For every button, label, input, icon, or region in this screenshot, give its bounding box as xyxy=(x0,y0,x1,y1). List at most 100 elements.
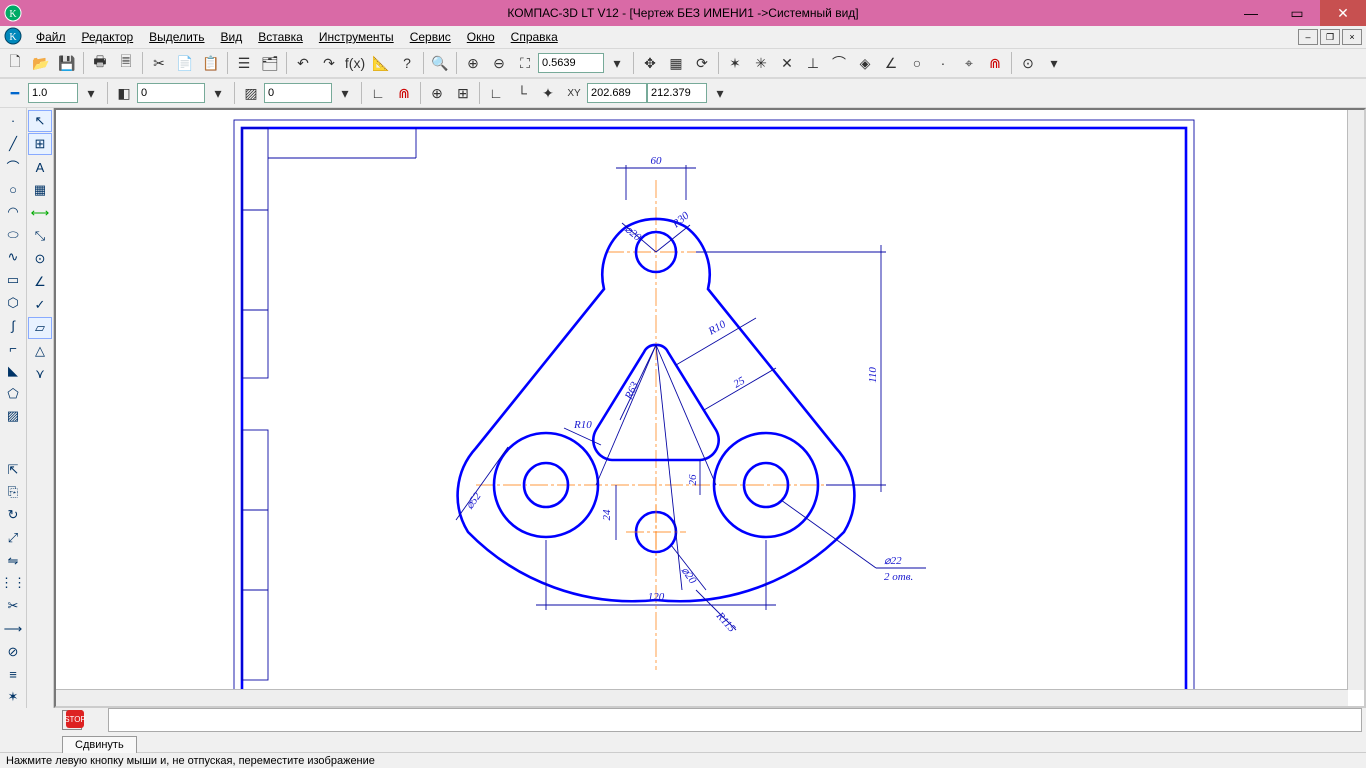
hatch-tool-icon[interactable]: ▨ xyxy=(1,406,25,428)
offset-tool-icon[interactable]: ≡ xyxy=(1,664,25,686)
snap-cross-button[interactable]: ✕ xyxy=(774,50,800,76)
lw-dropdown-icon[interactable]: ▾ xyxy=(78,80,104,106)
drawing-canvas[interactable]: 60 R30 ⌀20 110 R10 25 R63 R10 xyxy=(54,108,1366,708)
snap-dropdown-icon[interactable]: ▾ xyxy=(1041,50,1067,76)
vertical-scrollbar[interactable] xyxy=(1347,110,1364,690)
angle-mode-button[interactable]: ∟ xyxy=(483,80,509,106)
dim-angle-icon[interactable]: ∠ xyxy=(28,271,52,293)
layer-b-dropdown-icon[interactable]: ▾ xyxy=(332,80,358,106)
snap-point-button[interactable]: · xyxy=(930,50,956,76)
roughness-icon[interactable]: ✓ xyxy=(28,294,52,316)
menu-insert[interactable]: Вставка xyxy=(250,27,311,47)
table-tool-icon[interactable]: ▦ xyxy=(28,179,52,201)
line-tool-icon[interactable]: ╱ xyxy=(1,133,25,155)
layer-b-input[interactable] xyxy=(264,83,332,103)
magnet-button[interactable]: ⋒ xyxy=(391,80,417,106)
zoom-in-button[interactable]: ⊕ xyxy=(460,50,486,76)
mdi-close-button[interactable]: × xyxy=(1342,29,1362,45)
cursor-tool-icon[interactable]: ↖ xyxy=(28,110,52,132)
preview-button[interactable]: 🗏 xyxy=(113,50,139,76)
grid-button[interactable]: ⊞ xyxy=(450,80,476,106)
print-button[interactable]: 🖶 xyxy=(87,50,113,76)
line-style-button[interactable]: ━ xyxy=(2,80,28,106)
command-tab-shift[interactable]: Сдвинуть xyxy=(62,736,137,753)
scale-tool-icon[interactable]: ⤢ xyxy=(1,527,25,549)
dim-align-icon[interactable]: ⤡ xyxy=(28,225,52,247)
help-icon[interactable]: ? xyxy=(394,50,420,76)
snap-tan-button[interactable]: ⌒ xyxy=(826,50,852,76)
origin-button[interactable]: ⊕ xyxy=(424,80,450,106)
copy-tool-icon[interactable]: ⎘ xyxy=(1,482,25,504)
extend-tool-icon[interactable]: ⟶ xyxy=(1,618,25,640)
array-tool-icon[interactable]: ⋮⋮ xyxy=(1,573,25,595)
paste-button[interactable]: 📋 xyxy=(198,50,224,76)
snap-grid-button[interactable]: ⌖ xyxy=(956,50,982,76)
line-weight-input[interactable] xyxy=(28,83,78,103)
snap-toggle-button[interactable]: ⊙ xyxy=(1015,50,1041,76)
notes-tool-icon[interactable]: △ xyxy=(28,340,52,362)
text-tool-icon[interactable]: A xyxy=(28,156,52,178)
coord-dropdown-icon[interactable]: ▾ xyxy=(707,80,733,106)
undo-button[interactable]: ↶ xyxy=(290,50,316,76)
menu-window[interactable]: Окно xyxy=(459,27,503,47)
cut-button[interactable]: ✂ xyxy=(146,50,172,76)
snap-near-button[interactable]: ◈ xyxy=(852,50,878,76)
mirror-tool-icon[interactable]: ⇋ xyxy=(1,550,25,572)
minimize-button[interactable]: — xyxy=(1228,0,1274,26)
snap-magnet-button[interactable]: ⋒ xyxy=(982,50,1008,76)
polygon-tool-icon[interactable]: ⬠ xyxy=(1,383,25,405)
new-button[interactable]: 🗋 xyxy=(2,50,28,76)
coord-y-input[interactable] xyxy=(647,83,707,103)
ellipse-tool-icon[interactable]: ⬭ xyxy=(1,224,25,246)
pan-button[interactable]: ✥ xyxy=(637,50,663,76)
line2-tool-icon[interactable]: ⌒ xyxy=(1,155,25,177)
maximize-button[interactable]: ▭ xyxy=(1274,0,1320,26)
dim-radius-icon[interactable]: ⊙ xyxy=(28,248,52,270)
chamfer-tool-icon[interactable]: ◣ xyxy=(1,360,25,382)
menu-editor[interactable]: Редактор xyxy=(74,27,142,47)
snap-center-button[interactable]: ○ xyxy=(904,50,930,76)
perp-mode-button[interactable]: └ xyxy=(509,80,535,106)
mdi-restore-button[interactable]: ❐ xyxy=(1320,29,1340,45)
horizontal-scrollbar[interactable] xyxy=(56,689,1348,706)
tolerance-icon[interactable]: ▱ xyxy=(28,317,52,339)
break-tool-icon[interactable]: ⊘ xyxy=(1,641,25,663)
layers-button[interactable]: 🗂 xyxy=(257,50,283,76)
command-input[interactable] xyxy=(108,708,1362,732)
menu-select[interactable]: Выделить xyxy=(141,27,212,47)
zoom-window-button[interactable]: 🔍 xyxy=(427,50,453,76)
zoom-value-input[interactable] xyxy=(538,53,604,73)
zoom-out-button[interactable]: ⊖ xyxy=(486,50,512,76)
snap-perp-button[interactable]: ⊥ xyxy=(800,50,826,76)
menu-tools[interactable]: Инструменты xyxy=(311,27,402,47)
menu-service[interactable]: Сервис xyxy=(402,27,459,47)
fx-button[interactable]: f(x) xyxy=(342,50,368,76)
welds-tool-icon[interactable]: ⋎ xyxy=(28,363,52,385)
menu-file[interactable]: Файл xyxy=(28,27,74,47)
rotate-tool-icon[interactable]: ↻ xyxy=(1,504,25,526)
properties-button[interactable]: ☰ xyxy=(231,50,257,76)
fillet-tool-icon[interactable]: ⌐ xyxy=(1,337,25,359)
dim-linear-icon[interactable]: ⟷ xyxy=(28,202,52,224)
rect-tool-icon[interactable]: ▭ xyxy=(1,269,25,291)
app-logo-icon[interactable]: K xyxy=(4,27,24,47)
circle-tool-icon[interactable]: ○ xyxy=(1,178,25,200)
hatch-icon[interactable]: ▨ xyxy=(238,80,264,106)
snap-end-button[interactable]: ✶ xyxy=(722,50,748,76)
local-cs-button[interactable]: ✦ xyxy=(535,80,561,106)
stop-icon[interactable]: STOP xyxy=(66,710,84,728)
redo-button[interactable]: ↷ xyxy=(316,50,342,76)
save-button[interactable]: 💾 xyxy=(54,50,80,76)
move-tool-icon[interactable]: ⇱ xyxy=(1,459,25,481)
ortho-button[interactable]: ∟ xyxy=(365,80,391,106)
explode-tool-icon[interactable]: ✶ xyxy=(1,686,25,708)
zoom-dropdown-icon[interactable]: ▾ xyxy=(604,50,630,76)
copy-button[interactable]: 📄 xyxy=(172,50,198,76)
close-button[interactable]: ✕ xyxy=(1320,0,1366,26)
spline-tool-icon[interactable]: ∿ xyxy=(1,246,25,268)
grid-snap-icon[interactable]: ⊞ xyxy=(28,133,52,155)
polyline-tool-icon[interactable]: ⬡ xyxy=(1,292,25,314)
layer-a-input[interactable] xyxy=(137,83,205,103)
redraw-button[interactable]: ⟳ xyxy=(689,50,715,76)
menu-view[interactable]: Вид xyxy=(213,27,251,47)
